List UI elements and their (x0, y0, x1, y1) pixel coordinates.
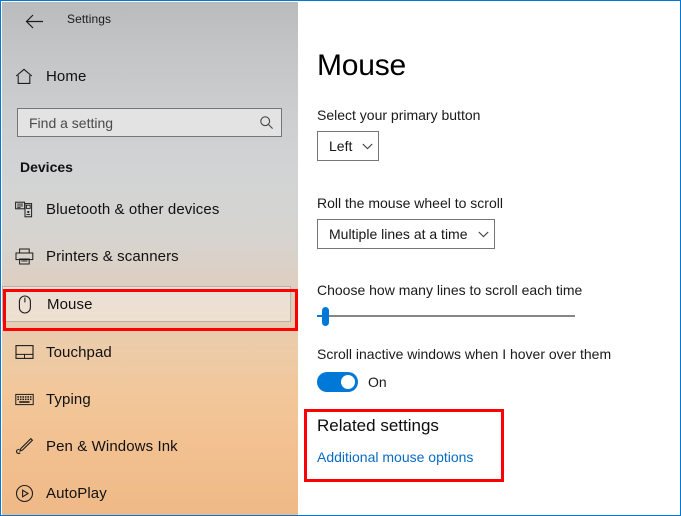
chevron-down-icon (477, 231, 489, 238)
title-bar: Settings (2, 2, 298, 40)
sidebar-item-label: Printers & scanners (46, 247, 179, 265)
slider-thumb[interactable] (322, 307, 329, 326)
wheel-scroll-label: Roll the mouse wheel to scroll (317, 195, 503, 211)
lines-to-scroll-label: Choose how many lines to scroll each tim… (317, 282, 583, 298)
sidebar-item-label: AutoPlay (46, 484, 107, 502)
sidebar-item-label: Mouse (47, 295, 93, 313)
chevron-down-icon (362, 143, 373, 150)
toggle-knob (341, 375, 355, 389)
lines-to-scroll-slider[interactable] (317, 306, 575, 326)
window-title: Settings (67, 12, 112, 26)
sidebar-item-typing[interactable]: Typing (2, 382, 298, 416)
home-icon (2, 68, 46, 85)
pen-icon (2, 437, 46, 455)
sidebar-item-mouse[interactable]: Mouse (2, 286, 291, 322)
sidebar-section-heading: Devices (20, 159, 73, 175)
sidebar-item-bluetooth-other-devices[interactable]: Bluetooth & other devices (2, 192, 298, 226)
search-icon (251, 115, 281, 130)
keyboard-icon (2, 393, 46, 406)
sidebar-item-label: Typing (46, 390, 91, 408)
primary-button-value: Left (329, 138, 353, 154)
scroll-inactive-label: Scroll inactive windows when I hover ove… (317, 346, 612, 362)
additional-mouse-options-link[interactable]: Additional mouse options (317, 449, 473, 465)
settings-window: Settings Home Devices (0, 0, 681, 516)
search-input[interactable] (18, 109, 251, 136)
sidebar-nav-list: Bluetooth & other devices Printers & sca… (2, 192, 298, 515)
sidebar-item-label: Pen & Windows Ink (46, 437, 178, 455)
wheel-scroll-value: Multiple lines at a time (329, 226, 468, 242)
sidebar-item-printers-scanners[interactable]: Printers & scanners (2, 239, 298, 273)
main-content: Mouse Select your primary button Left Ro… (298, 2, 680, 515)
sidebar-item-label: Touchpad (46, 343, 112, 361)
sidebar-item-label: Bluetooth & other devices (46, 200, 220, 218)
wheel-scroll-dropdown[interactable]: Multiple lines at a time (317, 219, 495, 249)
bluetooth-devices-icon (2, 201, 46, 218)
page-title: Mouse (317, 49, 407, 82)
primary-button-dropdown[interactable]: Left (317, 131, 379, 161)
toggle-state-label: On (368, 374, 387, 390)
touchpad-icon (2, 344, 46, 360)
primary-button-label: Select your primary button (317, 107, 481, 123)
search-input-wrapper[interactable] (17, 108, 282, 137)
sidebar-item-home-label: Home (46, 67, 87, 85)
sidebar-item-home[interactable]: Home (2, 59, 298, 93)
scroll-inactive-toggle[interactable] (317, 372, 358, 392)
printer-icon (2, 248, 46, 265)
sidebar-item-autoplay[interactable]: AutoPlay (2, 476, 298, 510)
sidebar-item-touchpad[interactable]: Touchpad (2, 335, 298, 369)
navigation-sidebar: Settings Home Devices (2, 2, 298, 515)
mouse-icon (3, 294, 47, 314)
autoplay-icon (2, 484, 46, 503)
related-settings-heading: Related settings (317, 416, 439, 435)
back-arrow-icon[interactable] (12, 2, 56, 40)
sidebar-item-pen-windows-ink[interactable]: Pen & Windows Ink (2, 429, 298, 463)
slider-track (317, 315, 575, 317)
